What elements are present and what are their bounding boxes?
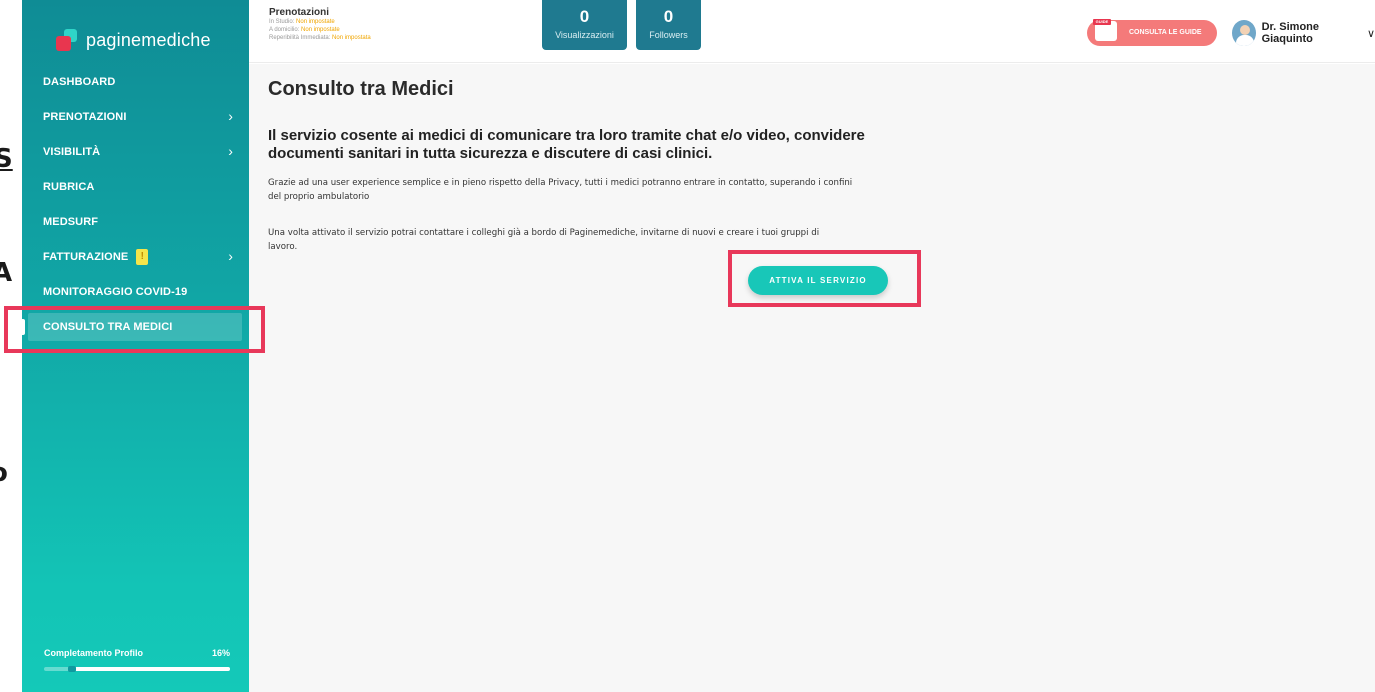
stat-label: Followers: [649, 30, 688, 40]
guide-button-label: CONSULTA LE GUIDE: [1129, 29, 1202, 36]
sidebar-item-rubrica[interactable]: RUBRICA: [22, 169, 249, 204]
profile-progress-fill: [72, 667, 230, 671]
sidebar-item-prenotazioni[interactable]: PRENOTAZIONI ›: [22, 99, 249, 134]
brand-name: paginemediche: [86, 29, 211, 50]
sidebar-item-visibilita[interactable]: VISIBILITÀ ›: [22, 134, 249, 169]
sidebar-item-fatturazione[interactable]: FATTURAZIONE ! ›: [22, 239, 249, 274]
chevron-down-icon: ∨: [1366, 27, 1375, 40]
app-root: S A o paginemediche DASHBOARD PRENOTAZIO…: [0, 0, 1375, 692]
guide-book-icon: GUIDE: [1093, 19, 1117, 41]
user-menu[interactable]: Dr. Simone Giaquinto ∨: [1232, 20, 1375, 46]
chevron-right-icon: ›: [228, 143, 233, 159]
service-description-1: Grazie ad una user experience semplice e…: [268, 178, 853, 202]
consulta-guide-button[interactable]: GUIDE CONSULTA LE GUIDE: [1087, 19, 1217, 46]
cropped-glyph-2: A: [0, 258, 13, 288]
stat-value: 0: [663, 7, 674, 26]
sidebar-item-medsurf[interactable]: MEDSURF: [22, 204, 249, 239]
profile-progress-marker: [68, 666, 76, 672]
sidebar-item-label: VISIBILITÀ: [43, 145, 101, 158]
main-content: Consulto tra Medici Il servizio cosente …: [249, 64, 1375, 692]
prenotazioni-title: Prenotazioni: [269, 7, 330, 18]
service-headline: Il servizio cosente ai medici di comunic…: [268, 127, 865, 162]
cropped-glyph-3: o: [0, 460, 8, 486]
sidebar-item-label: FATTURAZIONE: [43, 250, 129, 263]
prenotazioni-studio: In Studio: Non impostate: [269, 19, 335, 25]
prenotazioni-reperibilita: Reperibilità Immediata: Non impostata: [269, 35, 371, 41]
highlight-box-sidebar: [4, 306, 265, 353]
sidebar-item-dashboard[interactable]: DASHBOARD: [22, 64, 249, 99]
stat-visualizzazioni[interactable]: 0 Visualizzazioni: [542, 0, 627, 50]
sidebar-item-label: DASHBOARD: [43, 75, 116, 88]
avatar: [1232, 20, 1256, 46]
page-title: Consulto tra Medici: [268, 78, 454, 100]
cropped-glyph-1: S: [0, 144, 13, 174]
profile-completion: Completamento Profilo 16%: [44, 648, 230, 672]
chevron-right-icon: ›: [228, 248, 233, 264]
profile-completion-percent: 16%: [211, 648, 230, 658]
profile-progress-bar: [44, 666, 230, 672]
top-bar: Prenotazioni In Studio: Non impostate A …: [249, 0, 1375, 63]
sidebar-item-monitoraggio-covid[interactable]: MONITORAGGIO COVID-19: [22, 274, 249, 309]
stat-followers[interactable]: 0 Followers: [636, 0, 701, 50]
sidebar-item-label: MEDSURF: [43, 215, 99, 228]
stat-label: Visualizzazioni: [555, 30, 614, 40]
chevron-right-icon: ›: [228, 108, 233, 124]
sidebar-item-label: PRENOTAZIONI: [43, 110, 127, 123]
warning-badge-icon: !: [136, 248, 149, 265]
profile-completion-label: Completamento Profilo: [44, 648, 144, 658]
stat-value: 0: [579, 7, 590, 26]
sidebar-item-label: MONITORAGGIO COVID-19: [43, 285, 188, 298]
logo-icon: [56, 29, 78, 51]
highlight-box-cta: [728, 250, 921, 307]
prenotazioni-summary[interactable]: Prenotazioni In Studio: Non impostate A …: [269, 7, 371, 42]
user-name: Dr. Simone Giaquinto: [1261, 21, 1320, 45]
brand-logo[interactable]: paginemediche: [56, 24, 211, 56]
prenotazioni-domicilio: A domicilio: Non impostate: [269, 27, 340, 33]
sidebar-item-label: RUBRICA: [43, 180, 95, 193]
sidebar-nav: DASHBOARD PRENOTAZIONI › VISIBILITÀ › RU…: [20, 64, 249, 341]
